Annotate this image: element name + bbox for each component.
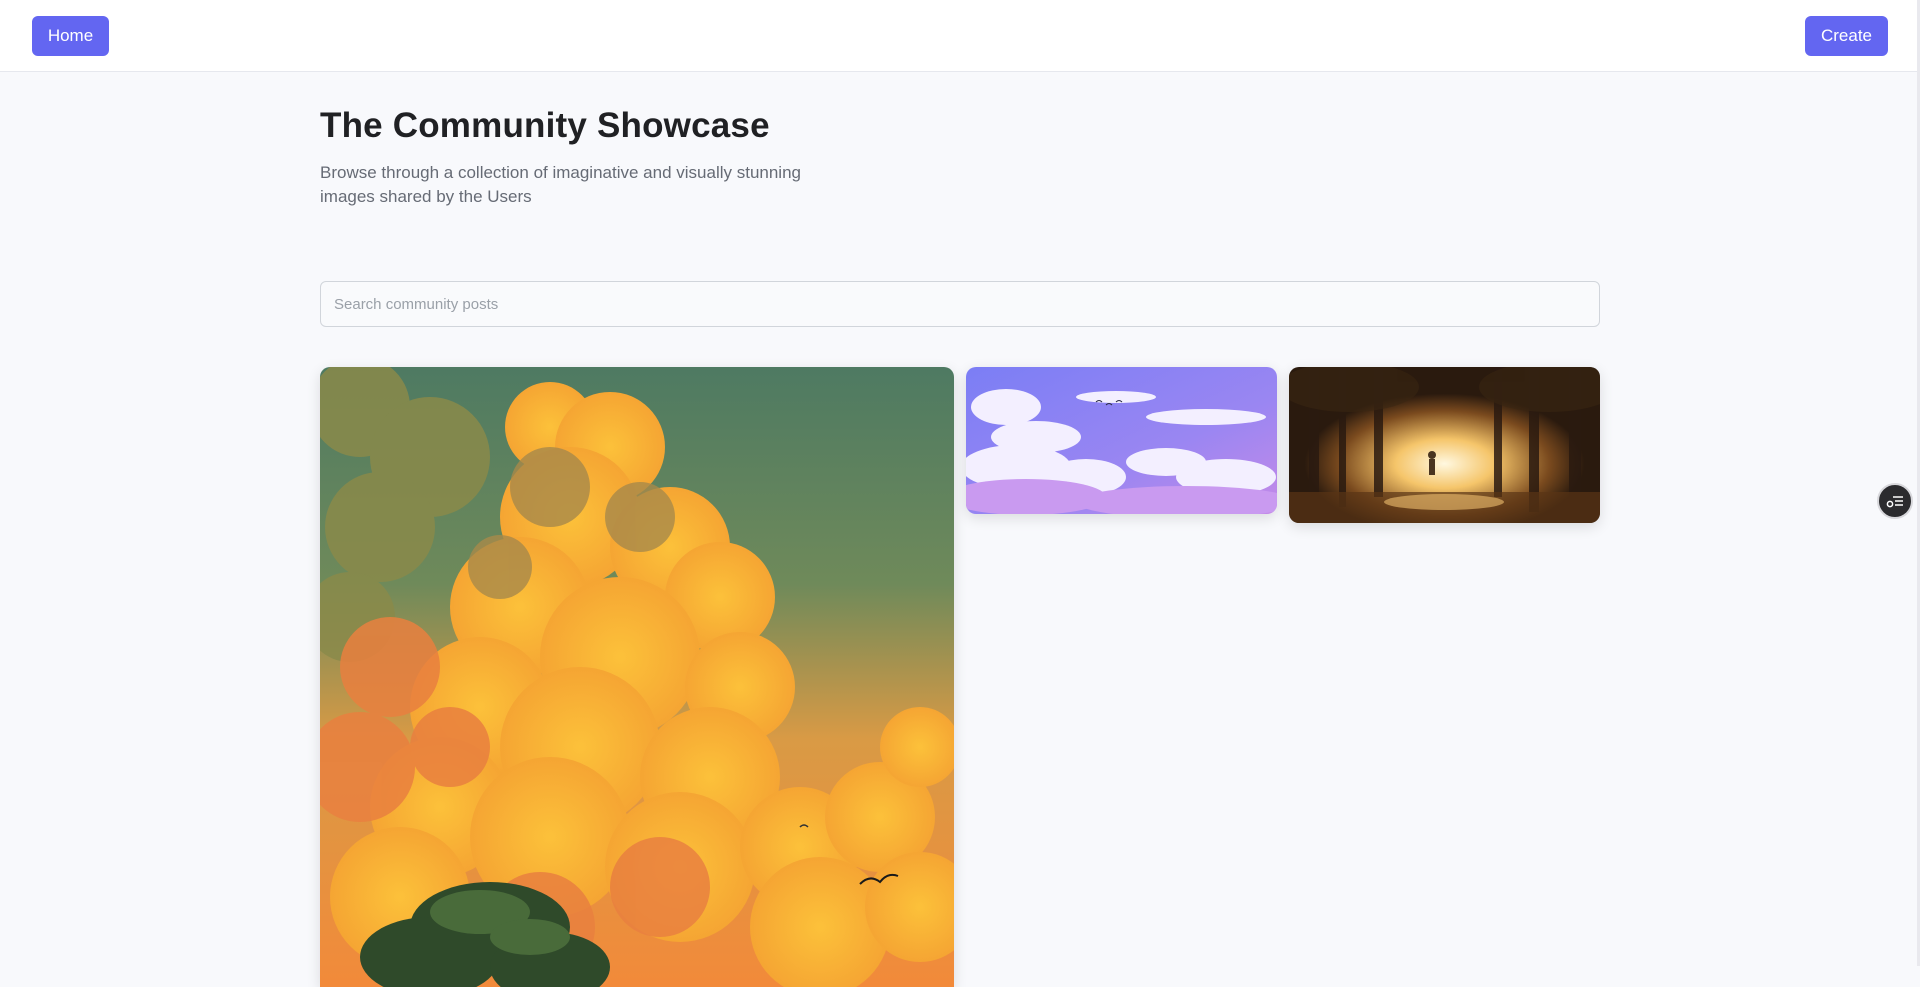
gallery-card[interactable]: [966, 367, 1277, 514]
purple-sky-clouds-image: [966, 367, 1277, 514]
top-nav-bar: Home Create: [0, 0, 1920, 72]
gallery-card[interactable]: [1289, 367, 1600, 523]
sunlit-forest-figure-image: [1289, 367, 1600, 523]
gallery-card[interactable]: [320, 367, 954, 987]
floating-toggle-button[interactable]: [1877, 483, 1913, 519]
sunset-clouds-tree-image: [320, 367, 954, 987]
home-button[interactable]: Home: [32, 16, 109, 56]
page-subtitle: Browse through a collection of imaginati…: [320, 163, 801, 206]
create-button[interactable]: Create: [1805, 16, 1888, 56]
page-title: The Community Showcase: [320, 106, 770, 145]
search-input[interactable]: [320, 281, 1600, 327]
toggle-list-icon: [1886, 496, 1903, 508]
